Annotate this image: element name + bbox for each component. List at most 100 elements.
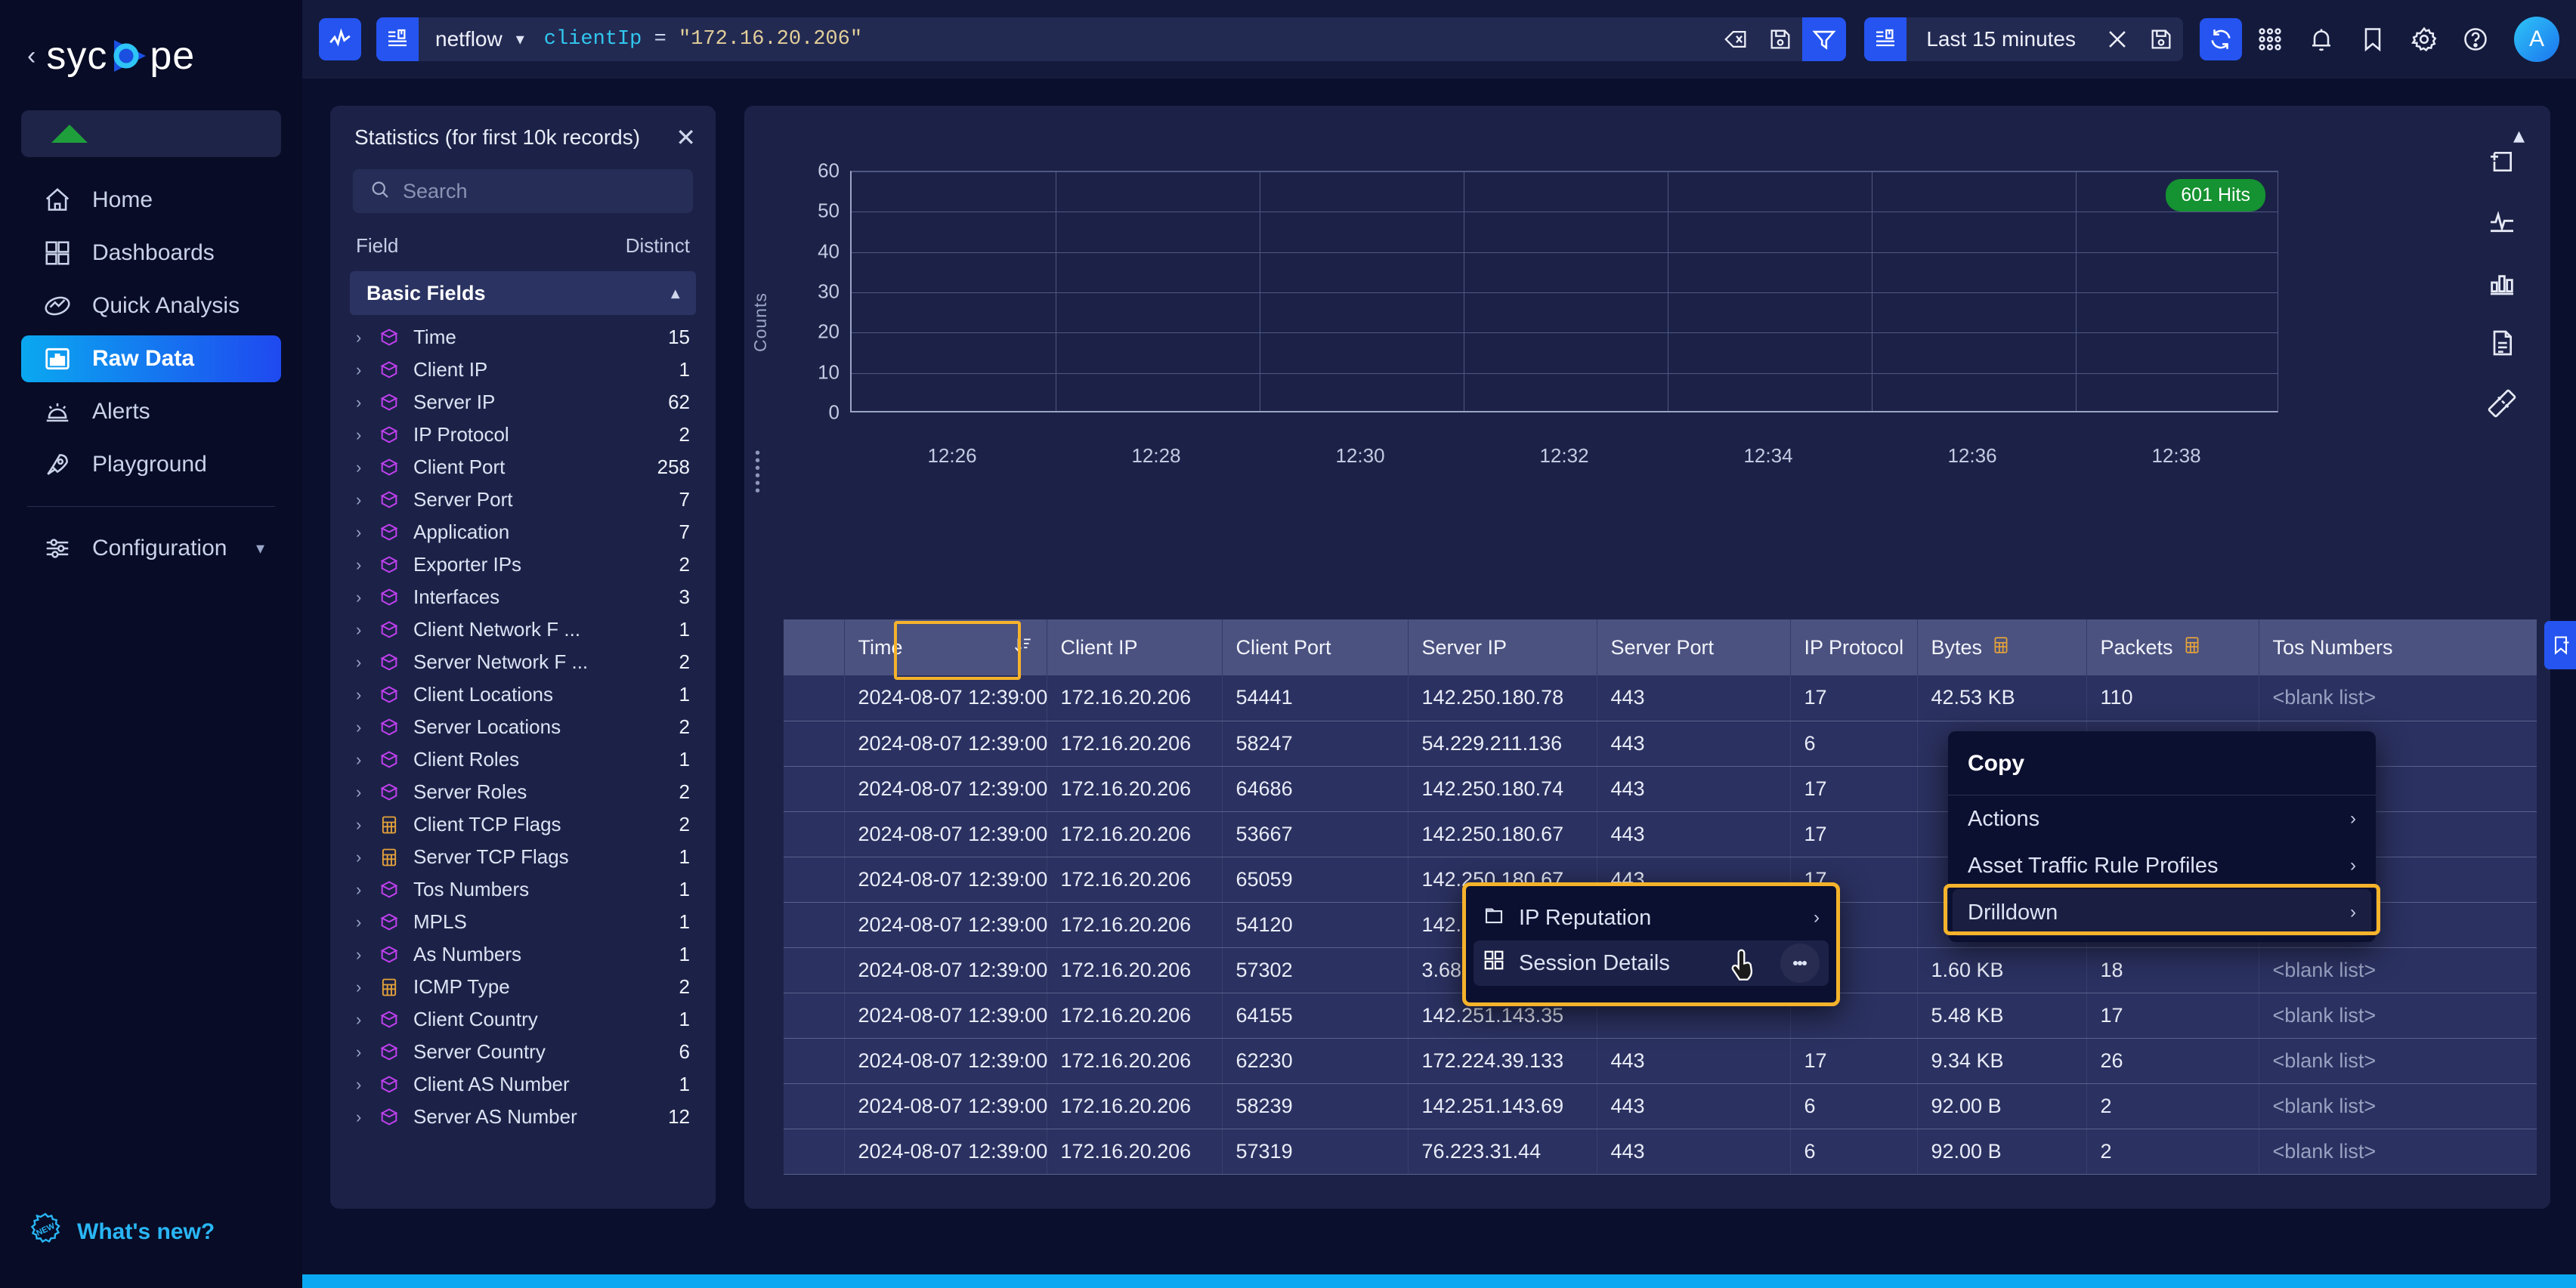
chevron-down-icon[interactable]: ▾ [516, 29, 544, 49]
expand-icon[interactable]: › [356, 425, 379, 445]
expand-icon[interactable]: › [356, 848, 379, 867]
table-cell[interactable]: 17 [1790, 811, 1918, 857]
table-cell[interactable]: <blank list> [2259, 675, 2537, 721]
histogram-chart[interactable]: Counts 0 10 20 30 40 50 60 601 Hits 12:26 12:28… [744, 131, 2369, 585]
expand-icon[interactable]: › [356, 880, 379, 900]
table-cell[interactable]: 443 [1597, 721, 1791, 767]
statistics-field-row[interactable]: › IP Protocol 2 [330, 419, 716, 451]
table-cell[interactable]: 2024-08-07 12:39:00 [844, 993, 1047, 1039]
table-cell[interactable]: 142.250.180.74 [1408, 766, 1597, 812]
table-cell[interactable]: 172.16.20.206 [1047, 993, 1223, 1039]
expand-icon[interactable]: › [356, 360, 379, 380]
save-time-range-button[interactable] [2139, 17, 2183, 61]
table-cell[interactable]: 65059 [1222, 857, 1409, 903]
table-cell[interactable]: 172.224.39.133 [1408, 1038, 1597, 1084]
table-column-header[interactable]: Tos Numbers [2259, 619, 2537, 675]
table-cell[interactable]: 172.16.20.206 [1047, 857, 1223, 903]
expand-icon[interactable]: › [356, 523, 379, 542]
sidebar-item-quick-analysis[interactable]: Quick Analysis [21, 283, 281, 329]
table-cell[interactable]: 6 [1790, 1129, 1918, 1175]
table-cell[interactable]: 54.229.211.136 [1408, 721, 1597, 767]
expand-icon[interactable]: › [356, 815, 379, 835]
statistics-field-row[interactable]: › Server Country 6 [330, 1036, 716, 1068]
sidebar-collapse-icon[interactable]: ‹ [27, 43, 36, 69]
table-cell[interactable]: 443 [1597, 1038, 1791, 1084]
bar-chart-icon[interactable] [2454, 252, 2550, 313]
table-cell[interactable]: <blank list> [2259, 1129, 2537, 1175]
table-row[interactable]: 2024-08-07 12:39:00 172.16.20.206 54441 142… [784, 675, 2537, 721]
table-cell[interactable] [784, 947, 845, 993]
table-cell[interactable]: 2024-08-07 12:39:00 [844, 1083, 1047, 1129]
table-cell[interactable]: <blank list> [2259, 947, 2537, 993]
context-menu-title[interactable]: Copy [1948, 731, 2376, 795]
statistics-field-row[interactable]: › Server Roles 2 [330, 776, 716, 808]
table-row[interactable]: 2024-08-07 12:39:00 172.16.20.206 58239 142… [784, 1083, 2537, 1129]
statistics-field-row[interactable]: › Time 15 [330, 321, 716, 354]
expand-icon[interactable]: › [356, 1042, 379, 1062]
table-cell[interactable] [784, 766, 845, 812]
table-cell[interactable]: 26 [2086, 1038, 2259, 1084]
table-cell[interactable] [784, 902, 845, 948]
table-cell[interactable]: 57302 [1222, 947, 1409, 993]
expand-icon[interactable]: › [356, 978, 379, 997]
apps-grid-icon[interactable] [2247, 16, 2293, 63]
table-cell[interactable]: 53667 [1222, 811, 1409, 857]
time-range-label[interactable]: Last 15 minutes [1906, 27, 2095, 51]
table-column-header[interactable] [784, 619, 845, 675]
table-cell[interactable]: 142.250.180.78 [1408, 675, 1597, 721]
statistics-field-row[interactable]: › Client Roles 1 [330, 743, 716, 776]
table-cell[interactable]: 1.60 KB [1917, 947, 2087, 993]
save-query-button[interactable] [1758, 17, 1802, 61]
bookmark-plus-icon[interactable] [2544, 621, 2576, 669]
table-cell[interactable]: 172.16.20.206 [1047, 721, 1223, 767]
table-cell[interactable]: 92.00 B [1917, 1129, 2087, 1175]
table-cell[interactable]: 172.16.20.206 [1047, 675, 1223, 721]
expand-icon[interactable]: › [356, 1075, 379, 1095]
expand-icon[interactable]: › [356, 653, 379, 672]
expand-icon[interactable]: › [356, 913, 379, 932]
expand-icon[interactable]: › [356, 555, 379, 575]
table-cell[interactable]: 17 [1790, 675, 1918, 721]
table-cell[interactable]: 2024-08-07 12:39:00 [844, 857, 1047, 903]
table-cell[interactable]: 2024-08-07 12:39:00 [844, 1129, 1047, 1175]
table-cell[interactable]: 142.250.180.67 [1408, 811, 1597, 857]
expand-icon[interactable]: › [356, 328, 379, 347]
statistics-field-row[interactable]: › Exporter IPs 2 [330, 548, 716, 581]
expand-icon[interactable]: › [356, 393, 379, 412]
statistics-field-row[interactable]: › Client Network F ... 1 [330, 613, 716, 646]
context-menu-item[interactable]: Asset Traffic Rule Profiles › [1948, 842, 2376, 889]
table-cell[interactable]: 2024-08-07 12:39:00 [844, 1038, 1047, 1084]
table-cell[interactable]: <blank list> [2259, 1083, 2537, 1129]
apply-filter-button[interactable] [1802, 17, 1847, 61]
expand-icon[interactable]: › [356, 750, 379, 770]
table-cell[interactable]: 64686 [1222, 766, 1409, 812]
table-cell[interactable]: 2 [2086, 1083, 2259, 1129]
expand-icon[interactable]: › [356, 718, 379, 737]
table-cell[interactable]: 2 [2086, 1129, 2259, 1175]
table-cell[interactable] [784, 675, 845, 721]
sidebar-item-dashboards[interactable]: Dashboards [21, 230, 281, 276]
table-column-header[interactable]: Bytes [1917, 619, 2087, 675]
statistics-field-row[interactable]: › Server Network F ... 2 [330, 646, 716, 678]
saved-time-icon[interactable] [1864, 17, 1907, 61]
statistics-field-row[interactable]: › Client Country 1 [330, 1003, 716, 1036]
close-icon[interactable] [2095, 17, 2139, 61]
close-icon[interactable]: ✕ [676, 125, 696, 150]
whats-new-button[interactable]: NEW What's new? [27, 1211, 215, 1253]
table-cell[interactable]: 172.16.20.206 [1047, 1129, 1223, 1175]
table-cell[interactable]: 172.16.20.206 [1047, 1083, 1223, 1129]
refresh-button[interactable] [2200, 18, 2242, 60]
table-cell[interactable]: 443 [1597, 675, 1791, 721]
expand-icon[interactable]: › [356, 1010, 379, 1030]
table-cell[interactable]: 17 [1790, 1038, 1918, 1084]
table-cell[interactable] [784, 857, 845, 903]
statistics-field-row[interactable]: › Interfaces 3 [330, 581, 716, 613]
table-cell[interactable]: 172.16.20.206 [1047, 811, 1223, 857]
table-cell[interactable]: 64155 [1222, 993, 1409, 1039]
more-options-icon[interactable] [1780, 944, 1820, 983]
sidebar-item-raw-data[interactable]: Raw Data [21, 335, 281, 382]
table-cell[interactable]: 54120 [1222, 902, 1409, 948]
datasource-name[interactable]: netflow [419, 27, 516, 51]
table-cell[interactable] [784, 1083, 845, 1129]
help-icon[interactable] [2452, 16, 2499, 63]
